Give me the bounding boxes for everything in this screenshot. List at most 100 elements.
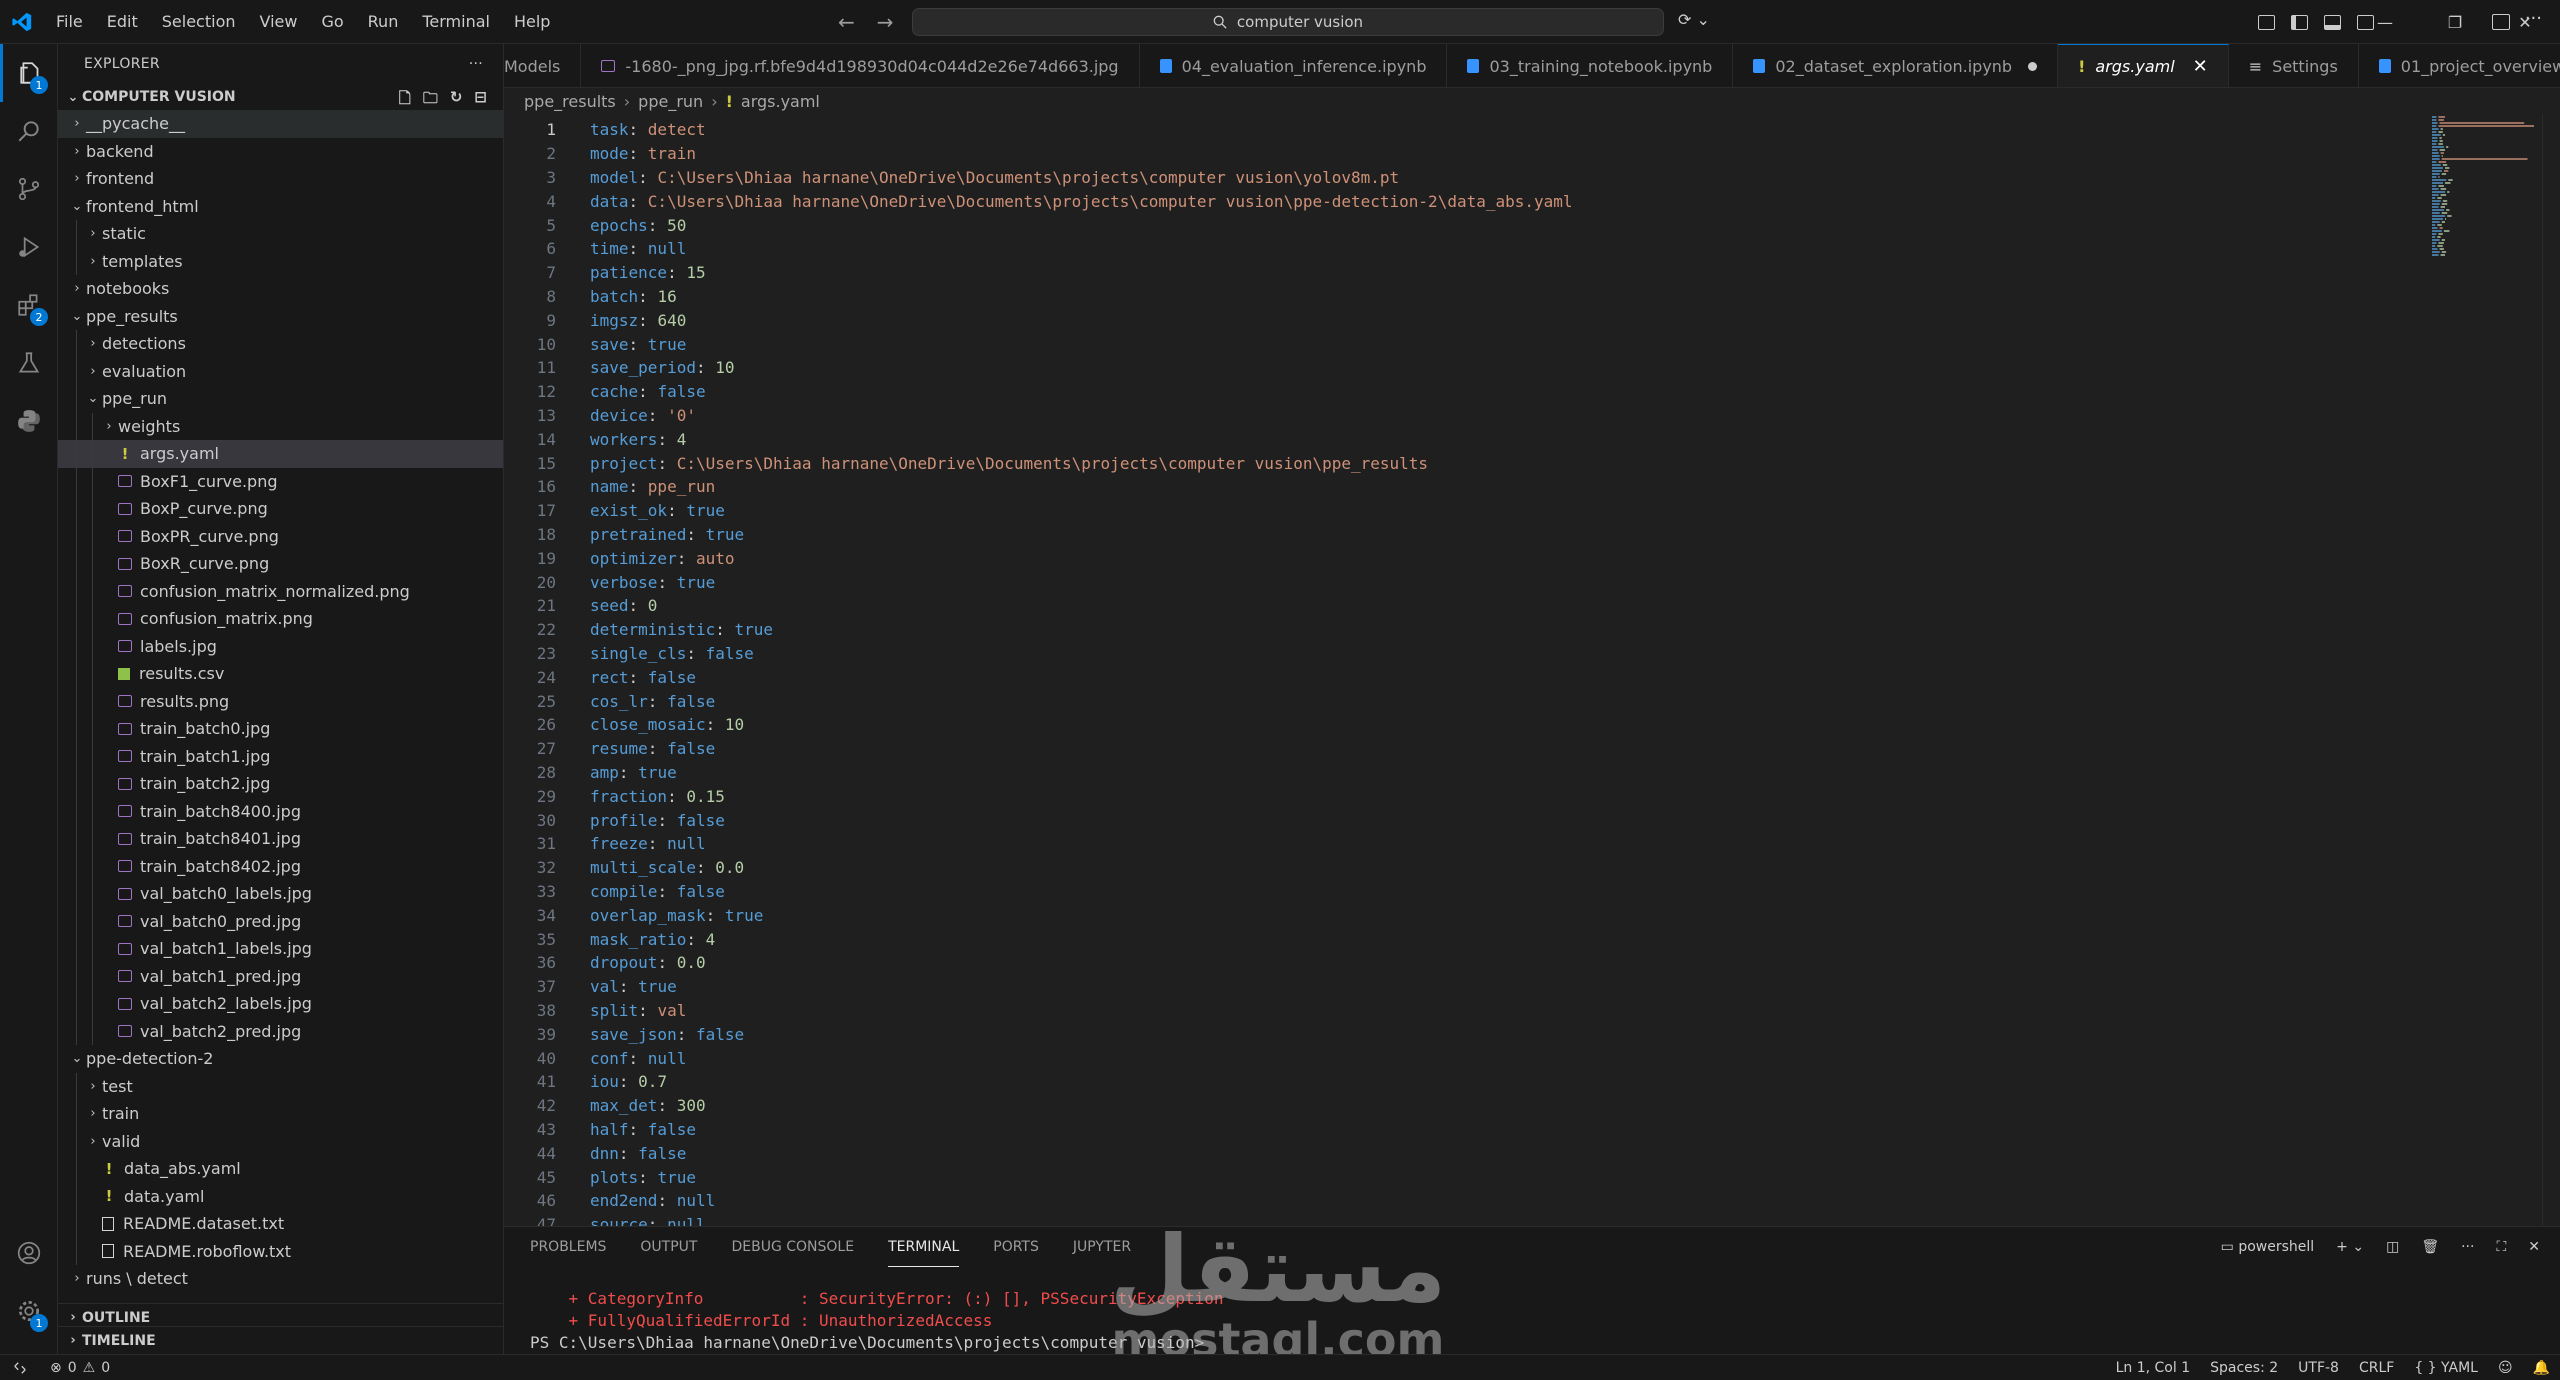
file-item[interactable]: train_batch8402.jpg [58,852,503,880]
source-control-icon[interactable] [0,160,58,218]
cursor-position[interactable]: Ln 1, Col 1 [2106,1360,2201,1376]
editor-tab[interactable]: 04_evaluation_inference.ipynb [1140,44,1448,87]
editor-tab[interactable]: -1680-_png_jpg.rf.bfe9d4d198930d04c044d2… [581,44,1140,87]
testing-icon[interactable] [0,334,58,392]
more-actions-icon[interactable]: ··· [469,56,483,72]
file-item[interactable]: val_batch2_pred.jpg [58,1017,503,1045]
editor-tab[interactable]: 01_project_overview.ipynb [2359,44,2560,87]
explorer-icon[interactable]: 1 [0,44,58,102]
search-icon[interactable] [0,102,58,160]
minimize-icon[interactable]: — [2350,0,2420,44]
folder-item[interactable]: › weights [58,412,503,440]
folder-item[interactable]: › backend [58,138,503,166]
command-center-search[interactable]: computer vusion [912,8,1664,36]
split-editor-icon[interactable] [2492,14,2510,30]
menu-terminal[interactable]: Terminal [410,0,502,44]
toggle-panel-icon[interactable] [2324,14,2341,30]
panel-tab-ports[interactable]: PORTS [993,1227,1039,1267]
file-item[interactable]: results.csv [58,660,503,688]
split-terminal-icon[interactable]: ◫ [2386,1239,2399,1255]
menu-go[interactable]: Go [309,0,355,44]
file-item[interactable]: ! data_abs.yaml [58,1155,503,1183]
folder-item[interactable]: › train [58,1100,503,1128]
breadcrumb-item[interactable]: args.yaml [741,92,820,111]
file-item[interactable]: README.roboflow.txt [58,1237,503,1265]
end-of-line[interactable]: CRLF [2349,1360,2404,1376]
file-item[interactable]: train_batch8401.jpg [58,825,503,853]
folder-item[interactable]: › valid [58,1127,503,1155]
copilot-status-icon[interactable]: ☺ [2488,1360,2523,1376]
file-item[interactable]: ! data.yaml [58,1182,503,1210]
file-item[interactable]: confusion_matrix_normalized.png [58,577,503,605]
folder-item[interactable]: ⌄ ppe-detection-2 [58,1045,503,1073]
file-item[interactable]: BoxPR_curve.png [58,522,503,550]
folder-item[interactable]: › runs \ detect [58,1265,503,1293]
file-item[interactable]: val_batch2_labels.jpg [58,990,503,1018]
file-item[interactable]: val_batch1_pred.jpg [58,962,503,990]
unsaved-dot-icon[interactable] [2028,61,2038,71]
panel-tab-terminal[interactable]: TERMINAL [888,1227,960,1267]
accounts-icon[interactable] [0,1224,58,1282]
restore-icon[interactable]: ❐ [2420,0,2490,44]
editor-scrollbar[interactable] [2542,114,2560,1226]
file-item[interactable]: BoxR_curve.png [58,550,503,578]
toggle-primary-sidebar-icon[interactable] [2291,14,2308,30]
editor-tab[interactable]: 03_training_notebook.ipynb [1447,44,1734,87]
folder-item[interactable]: ⌄ ppe_results [58,303,503,331]
file-item[interactable]: results.png [58,687,503,715]
panel-tab-output[interactable]: OUTPUT [640,1227,697,1267]
panel-tab-debug-console[interactable]: DEBUG CONSOLE [731,1227,854,1267]
back-arrow-icon[interactable]: ← [838,10,855,34]
language-mode[interactable]: { } YAML [2404,1360,2488,1376]
file-item[interactable]: ! args.yaml [58,440,503,468]
menu-file[interactable]: File [44,0,95,44]
breadcrumb-item[interactable]: ppe_results [524,92,616,111]
forward-arrow-icon[interactable]: → [877,10,894,34]
file-item[interactable]: train_batch8400.jpg [58,797,503,825]
code-editor[interactable]: 1 task: detect 2 mode: train 3 model: C:\User… [504,114,2430,1226]
menu-view[interactable]: View [248,0,310,44]
close-icon[interactable]: ✕ [2193,56,2208,77]
file-item[interactable]: confusion_matrix.png [58,605,503,633]
close-panel-icon[interactable]: ✕ [2528,1239,2540,1255]
file-item[interactable]: val_batch0_labels.jpg [58,880,503,908]
timeline-section[interactable]: › TIMELINE [58,1326,503,1354]
indentation[interactable]: Spaces: 2 [2200,1360,2288,1376]
folder-item[interactable]: › detections [58,330,503,358]
folder-item[interactable]: › static [58,220,503,248]
folder-item[interactable]: › templates [58,247,503,275]
terminal-shell[interactable]: ▭ powershell [2221,1239,2315,1255]
file-item[interactable]: labels.jpg [58,632,503,660]
run-debug-icon[interactable] [0,218,58,276]
notifications-bell-icon[interactable]: 🔔 [2523,1360,2560,1376]
customize-layout-icon[interactable] [2258,14,2275,30]
maximize-panel-icon[interactable]: ⛶ [2496,1239,2506,1255]
copilot-chat-icon[interactable]: ⟳ ⌄ [1678,10,1710,29]
extensions-icon[interactable]: 2 [0,276,58,334]
file-item[interactable]: val_batch0_pred.jpg [58,907,503,935]
more-actions-icon[interactable]: ··· [2525,8,2542,29]
editor-tab[interactable]: Models [504,44,582,87]
terminal-prompt[interactable]: PS C:\Users\Dhiaa harnane\OneDrive\Docum… [530,1333,1204,1352]
file-item[interactable]: BoxP_curve.png [58,495,503,523]
file-item[interactable]: train_batch1.jpg [58,742,503,770]
new-terminal-icon[interactable]: + ⌄ [2336,1239,2364,1255]
menu-edit[interactable]: Edit [95,0,150,44]
editor-tab[interactable]: ≡ Settings [2229,44,2359,87]
file-item[interactable]: README.dataset.txt [58,1210,503,1238]
file-item[interactable]: BoxF1_curve.png [58,467,503,495]
settings-gear-icon[interactable]: 1 [0,1282,58,1340]
remote-icon[interactable] [0,1355,40,1380]
problems-status[interactable]: ⊗ 0 ⚠ 0 [40,1360,110,1376]
folder-item[interactable]: › __pycache__ [58,110,503,138]
file-item[interactable]: train_batch2.jpg [58,770,503,798]
folder-item[interactable]: › evaluation [58,357,503,385]
folder-item[interactable]: ⌄ ppe_run [58,385,503,413]
folder-item[interactable]: › frontend [58,165,503,193]
encoding[interactable]: UTF-8 [2288,1360,2349,1376]
editor-tab[interactable]: ! args.yaml ✕ [2058,44,2229,87]
editor-tab[interactable]: 02_dataset_exploration.ipynb [1733,44,2059,87]
folder-item[interactable]: ⌄ frontend_html [58,193,503,221]
minimap[interactable] [2430,114,2542,1226]
file-item[interactable]: train_batch0.jpg [58,715,503,743]
